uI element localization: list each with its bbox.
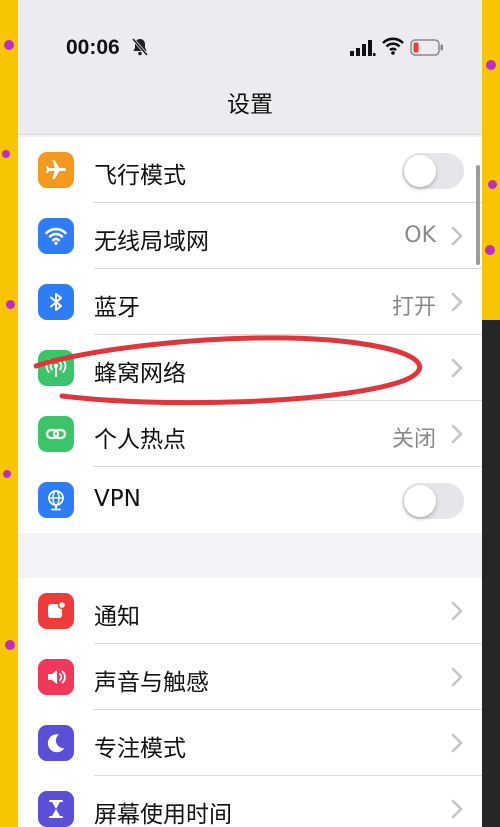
bluetooth-icon	[38, 284, 74, 320]
settings-row-notifications[interactable]: 通知	[18, 578, 482, 644]
settings-row-screen-time[interactable]: 屏幕使用时间	[18, 776, 482, 827]
vpn-toggle[interactable]	[402, 483, 464, 519]
row-label: 专注模式	[94, 736, 186, 762]
hotspot-link-icon	[38, 416, 74, 452]
row-label: 无线局域网	[94, 229, 209, 255]
wifi-icon	[382, 37, 404, 55]
chevron-right-icon	[451, 733, 463, 753]
hourglass-icon	[38, 791, 74, 827]
row-label: 个人热点	[94, 427, 186, 453]
chevron-right-icon	[451, 292, 463, 312]
settings-row-wlan[interactable]: 无线局域网 OK	[18, 203, 482, 269]
airplane-mode-toggle[interactable]	[402, 153, 464, 189]
moon-icon	[38, 725, 74, 761]
confetti-dot	[3, 470, 11, 478]
settings-row-airplane-mode[interactable]: 飞行模式	[18, 137, 482, 203]
row-label: 通知	[94, 604, 140, 630]
confetti-dot	[5, 640, 15, 650]
toggle-knob	[404, 485, 436, 517]
chevron-right-icon	[451, 424, 463, 444]
cellular-signal-icon	[350, 40, 376, 56]
settings-row-personal-hotspot[interactable]: 个人热点 关闭	[18, 401, 482, 467]
phone-screen: 00:06 设置 飞行模式 无线局域网 OK 蓝牙 打开 蜂窝网络 个人热点 关…	[18, 0, 482, 827]
notification-bell-icon	[38, 593, 74, 629]
settings-group-connectivity: 飞行模式 无线局域网 OK 蓝牙 打开 蜂窝网络 个人热点 关闭 VPN	[18, 137, 482, 533]
bell-slash-icon	[131, 38, 149, 56]
chevron-right-icon	[451, 667, 463, 687]
vpn-globe-icon	[38, 482, 74, 518]
row-label: VPN	[94, 486, 141, 512]
confetti-dot	[488, 180, 497, 189]
background-edge	[482, 320, 500, 827]
wifi-icon	[38, 218, 74, 254]
row-label: 声音与触感	[94, 670, 209, 696]
settings-group-notifications: 通知 声音与触感 专注模式 屏幕使用时间	[18, 578, 482, 827]
settings-row-cellular[interactable]: 蜂窝网络	[18, 335, 482, 401]
confetti-dot	[486, 60, 496, 70]
cellular-antenna-icon	[38, 350, 74, 386]
chevron-right-icon	[451, 358, 463, 378]
toggle-knob	[404, 155, 436, 187]
chevron-right-icon	[451, 226, 463, 246]
row-value: 关闭	[391, 427, 436, 452]
row-value: OK	[404, 223, 436, 248]
settings-row-vpn[interactable]: VPN	[18, 467, 482, 533]
confetti-dot	[6, 300, 15, 309]
confetti-dot	[4, 40, 14, 50]
row-label: 蜂窝网络	[94, 361, 186, 387]
confetti-dot	[485, 245, 495, 255]
chevron-right-icon	[451, 799, 463, 819]
row-value: 打开	[391, 295, 436, 320]
page-title: 设置	[227, 92, 273, 118]
row-label: 飞行模式	[94, 163, 186, 189]
speaker-icon	[38, 659, 74, 695]
row-label: 蓝牙	[94, 295, 140, 321]
status-time: 00:06	[66, 36, 120, 59]
status-bar: 00:06	[18, 0, 482, 95]
chevron-right-icon	[451, 601, 463, 621]
confetti-dot	[2, 150, 10, 158]
settings-row-bluetooth[interactable]: 蓝牙 打开	[18, 269, 482, 335]
scroll-indicator[interactable]	[476, 165, 480, 265]
airplane-icon	[38, 152, 74, 188]
row-label: 屏幕使用时间	[94, 802, 232, 827]
battery-low-icon	[410, 39, 443, 56]
settings-row-sounds-haptics[interactable]: 声音与触感	[18, 644, 482, 710]
settings-row-focus[interactable]: 专注模式	[18, 710, 482, 776]
